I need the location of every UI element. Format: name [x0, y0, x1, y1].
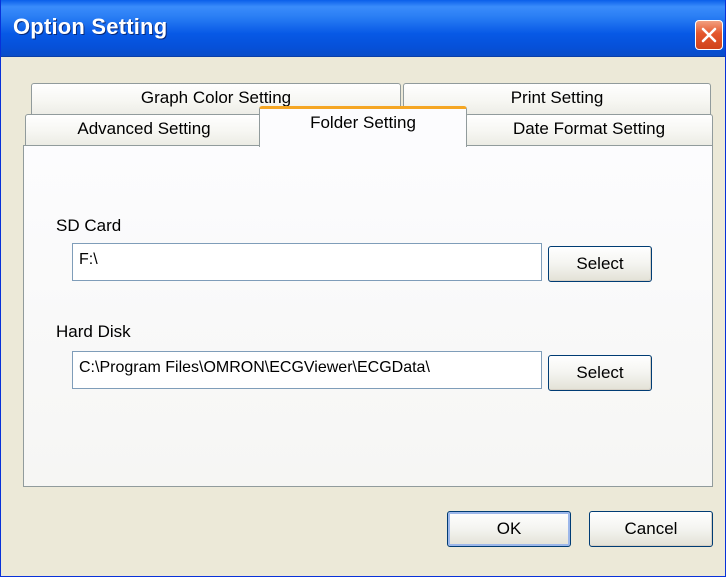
sd-card-label: SD Card	[56, 216, 122, 235]
close-icon	[701, 27, 717, 43]
tab-advanced-setting[interactable]: Advanced Setting	[25, 114, 263, 146]
tab-label: Folder Setting	[310, 113, 416, 132]
tab-date-format-setting[interactable]: Date Format Setting	[465, 114, 713, 146]
cancel-button[interactable]: Cancel	[589, 511, 713, 547]
tab-label: Date Format Setting	[512, 119, 666, 138]
tab-label: Print Setting	[510, 88, 604, 107]
option-setting-dialog: Option Setting Graph Color Setting Print…	[0, 0, 726, 577]
tab-label: Graph Color Setting	[140, 88, 292, 107]
close-button[interactable]	[695, 20, 723, 50]
tab-folder-setting[interactable]: Folder Setting	[259, 106, 467, 147]
button-label: Select	[576, 363, 624, 382]
hard-disk-label: Hard Disk	[56, 322, 131, 341]
button-label: OK	[496, 519, 522, 538]
folder-setting-panel: SD Card F:\ Select Hard Disk C:\Program …	[23, 145, 713, 487]
button-label: Select	[576, 254, 624, 273]
button-label: Cancel	[624, 519, 678, 538]
sd-card-select-button[interactable]: Select	[548, 246, 652, 282]
hard-disk-path-field[interactable]: C:\Program Files\OMRON\ECGViewer\ECGData…	[72, 351, 542, 389]
window-title: Option Setting	[13, 14, 168, 39]
tab-label: Advanced Setting	[77, 119, 211, 138]
ok-button[interactable]: OK	[447, 511, 571, 547]
hard-disk-select-button[interactable]: Select	[548, 355, 652, 391]
title-bar[interactable]: Option Setting	[1, 0, 725, 57]
sd-card-path-field[interactable]: F:\	[72, 243, 542, 281]
